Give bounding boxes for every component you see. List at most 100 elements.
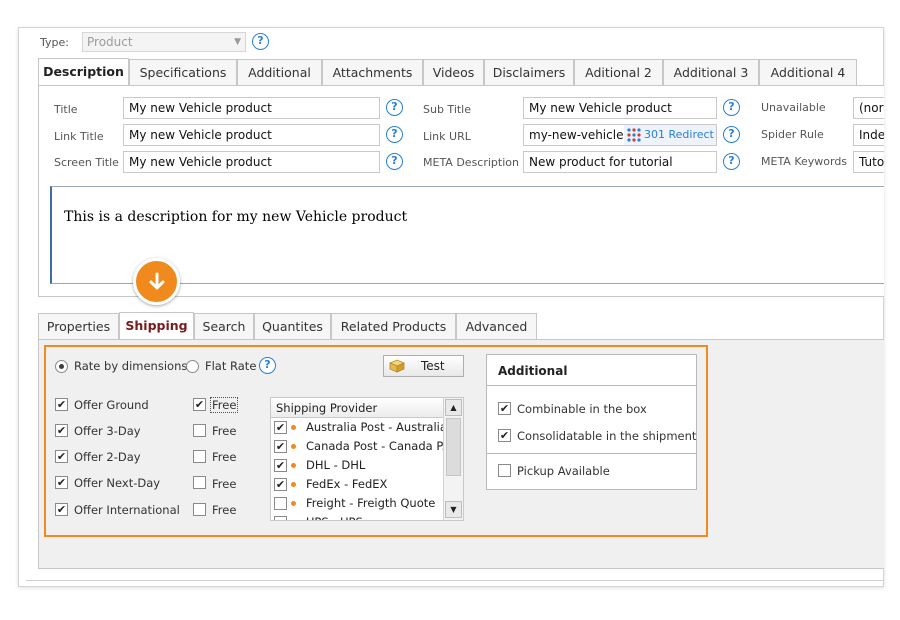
help-icon[interactable]: ? — [252, 33, 269, 50]
list-item[interactable]: ✔ Canada Post - Canada P... — [271, 437, 443, 456]
tab-search[interactable]: Search — [194, 313, 254, 340]
provider-label: DHL - DHL — [306, 458, 366, 472]
status-dot-icon — [291, 501, 296, 506]
list-item[interactable]: UPS - UPS — [271, 513, 443, 521]
test-button[interactable]: Test — [383, 355, 464, 377]
help-icon[interactable]: ? — [386, 126, 403, 143]
provider-checkbox[interactable]: ✔ — [274, 421, 287, 434]
list-scrollbar[interactable]: ▲ ▼ — [443, 398, 463, 520]
package-icon — [389, 359, 405, 373]
combinable-checkbox[interactable]: ✔ — [498, 402, 511, 415]
tab-description[interactable]: Description — [38, 58, 129, 87]
free-ground-checkbox[interactable]: ✔ — [193, 398, 206, 411]
description-text: This is a description for my new Vehicle… — [64, 209, 408, 225]
provider-label: Australia Post - Australia... — [306, 420, 443, 434]
screen-title-label: Screen Title — [54, 156, 119, 169]
shipping-provider-list[interactable]: Shipping Provider ✔ Australia Post - Aus… — [270, 397, 464, 521]
help-icon[interactable]: ? — [386, 153, 403, 170]
provider-checkbox[interactable]: ✔ — [274, 459, 287, 472]
list-item[interactable]: ✔ Australia Post - Australia... — [271, 418, 443, 437]
meta-keywords-label: META Keywords — [761, 155, 848, 168]
free-international-label: Free — [212, 503, 237, 517]
tab-quantites[interactable]: Quantites — [254, 313, 331, 340]
offer-next-day-checkbox[interactable]: ✔ — [55, 476, 68, 489]
free-international-checkbox[interactable] — [193, 503, 206, 516]
provider-checkbox[interactable] — [274, 516, 287, 520]
help-icon[interactable]: ? — [259, 357, 276, 374]
tab-additional-2[interactable]: Aditional 2 — [574, 59, 663, 86]
meta-description-input[interactable]: New product for tutorial — [523, 151, 717, 173]
status-dot-icon — [291, 520, 296, 521]
provider-checkbox[interactable] — [274, 497, 287, 510]
help-icon[interactable]: ? — [723, 153, 740, 170]
tab-attachments[interactable]: Attachments — [322, 59, 423, 86]
pickup-checkbox[interactable] — [498, 464, 511, 477]
offer-3-day-checkbox[interactable]: ✔ — [55, 424, 68, 437]
provider-label: Canada Post - Canada P... — [306, 439, 443, 453]
offer-3-day-label: Offer 3-Day — [74, 424, 141, 438]
status-dot-icon — [291, 482, 296, 487]
tab-additional-4[interactable]: Additional 4 — [759, 59, 857, 86]
status-dot-icon — [291, 444, 296, 449]
link-title-label: Link Title — [54, 130, 104, 143]
free-next-day-label: Free — [212, 477, 237, 491]
rate-by-dimensions-label: Rate by dimensions — [74, 359, 188, 373]
test-button-label: Test — [421, 359, 445, 373]
list-item[interactable]: ✔ FedEx - FedEX — [271, 475, 443, 494]
tab-additional[interactable]: Additional — [237, 59, 322, 86]
consolidatable-checkbox[interactable]: ✔ — [498, 429, 511, 442]
tab-shipping[interactable]: Shipping — [119, 312, 194, 341]
tab-properties[interactable]: Properties — [38, 313, 119, 340]
help-icon[interactable]: ? — [723, 99, 740, 116]
provider-checkbox[interactable]: ✔ — [274, 440, 287, 453]
redirect-link[interactable]: 301 Redirect — [624, 125, 716, 145]
combinable-label: Combinable in the box — [517, 402, 647, 416]
type-select: Product ▼ — [82, 32, 246, 52]
additional-title: Additional — [498, 364, 568, 378]
link-url-label: Link URL — [423, 130, 471, 143]
sub-title-input[interactable]: My new Vehicle product — [523, 97, 717, 119]
offer-2-day-checkbox[interactable]: ✔ — [55, 450, 68, 463]
offer-international-checkbox[interactable]: ✔ — [55, 503, 68, 516]
redirect-label[interactable]: 301 Redirect — [644, 128, 714, 141]
flat-rate-radio[interactable] — [186, 360, 199, 373]
list-item[interactable]: Freight - Freigth Quote — [271, 494, 443, 513]
title-input[interactable]: My new Vehicle product — [123, 97, 380, 119]
list-item[interactable]: ✔ DHL - DHL — [271, 456, 443, 475]
tab-advanced[interactable]: Advanced — [456, 313, 537, 340]
link-title-input[interactable]: My new Vehicle product — [123, 124, 380, 146]
scroll-down-icon[interactable]: ▼ — [445, 501, 462, 518]
rate-by-dimensions-radio[interactable] — [55, 360, 68, 373]
provider-label: FedEx - FedEX — [306, 477, 388, 491]
link-url-value: my-new-vehicle- — [529, 128, 628, 142]
tab-videos[interactable]: Videos — [423, 59, 484, 86]
type-label: Type: — [40, 36, 69, 49]
spider-rule-select[interactable]: Inde — [853, 124, 884, 146]
offer-ground-checkbox[interactable]: ✔ — [55, 398, 68, 411]
provider-checkbox[interactable]: ✔ — [274, 478, 287, 491]
meta-description-label: META Description — [423, 156, 519, 169]
arrow-down-marker — [133, 258, 180, 305]
help-icon[interactable]: ? — [723, 126, 740, 143]
free-2-day-checkbox[interactable] — [193, 450, 206, 463]
unavailable-select[interactable]: (nor — [853, 97, 884, 119]
arrow-down-icon — [149, 272, 164, 289]
help-icon[interactable]: ? — [386, 99, 403, 116]
redirect-dots-icon — [627, 128, 641, 142]
shipping-provider-header[interactable]: Shipping Provider — [271, 398, 443, 418]
tab-related-products[interactable]: Related Products — [331, 313, 456, 340]
tab-specifications[interactable]: Specifications — [129, 59, 237, 86]
offer-ground-label: Offer Ground — [74, 398, 149, 412]
tab-additional-3[interactable]: Additional 3 — [663, 59, 759, 86]
window-bottom-divider — [26, 580, 884, 581]
meta-keywords-input[interactable]: Tuto — [853, 151, 884, 173]
provider-label: UPS - UPS — [306, 513, 363, 520]
screen-title-input[interactable]: My new Vehicle product — [123, 151, 380, 173]
free-3-day-checkbox[interactable] — [193, 424, 206, 437]
type-select-value: Product — [87, 35, 133, 49]
scroll-thumb[interactable] — [446, 418, 461, 476]
free-ground-label: Free — [210, 397, 239, 413]
scroll-up-icon[interactable]: ▲ — [445, 399, 462, 416]
tab-disclaimers[interactable]: Disclaimers — [484, 59, 574, 86]
free-next-day-checkbox[interactable] — [193, 476, 206, 489]
